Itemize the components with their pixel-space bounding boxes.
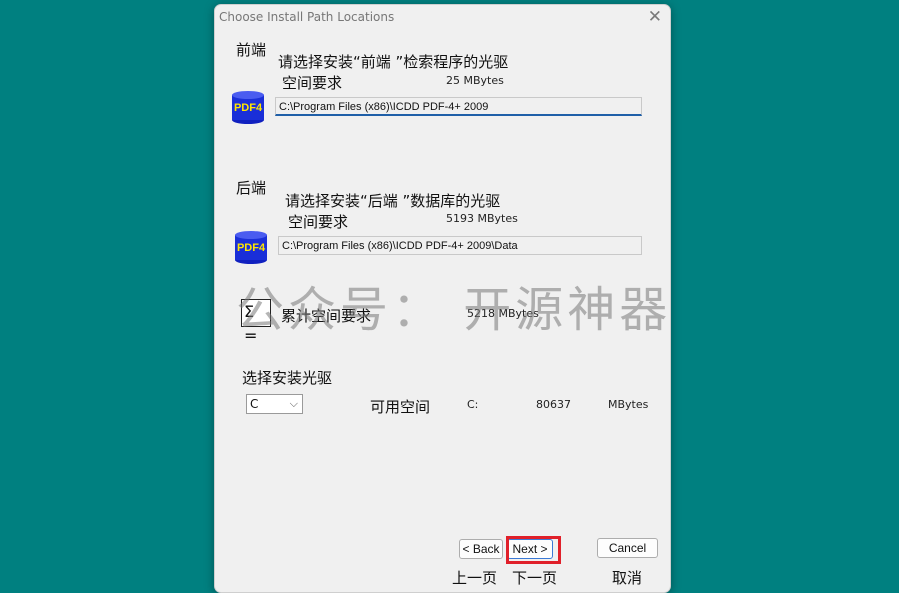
install-path-dialog: Choose Install Path Locations ✕ 前端 请选择安装… [214, 4, 671, 593]
frontend-space-label: 空间要求 [282, 74, 343, 92]
available-space-unit: MBytes [608, 398, 649, 411]
next-button-highlight [506, 536, 561, 564]
frontend-section-label: 前端 [236, 41, 267, 59]
available-space-label: 可用空间 [370, 398, 431, 416]
pdf4-icon-text: PDF4 [234, 102, 263, 114]
total-space-label: 累计空间要求 [281, 307, 372, 325]
available-space-value: 80637 [536, 398, 571, 411]
frontend-space-value: 25 MBytes [446, 74, 504, 87]
frontend-path-field[interactable]: C:\Program Files (x86)\ICDD PDF-4+ 2009 [275, 97, 642, 116]
cancel-caption: 取消 [612, 569, 643, 587]
dialog-title: Choose Install Path Locations [219, 10, 395, 24]
drive-select-value: C [250, 397, 259, 411]
backend-prompt: 请选择安装“后端 ”数据库的光驱 [285, 192, 501, 210]
title-bar: Choose Install Path Locations ✕ [215, 5, 670, 31]
cancel-button[interactable]: Cancel [597, 538, 658, 558]
drive-select[interactable]: C ⌵ [246, 394, 303, 414]
sum-icon: Σ = [241, 299, 271, 345]
close-icon[interactable]: ✕ [648, 7, 662, 27]
back-button[interactable]: < Back [459, 539, 503, 559]
backend-space-label: 空间要求 [288, 213, 349, 231]
pdf4-database-icon: PDF4 [232, 91, 264, 124]
available-drive-letter: C: [467, 398, 479, 411]
backend-section-label: 后端 [236, 179, 267, 197]
drive-section-label: 选择安装光驱 [242, 369, 333, 387]
back-caption: 上一页 [452, 569, 498, 587]
pdf4-icon-text: PDF4 [237, 242, 266, 254]
next-caption: 下一页 [512, 569, 558, 587]
total-space-value: 5218 MBytes [467, 307, 539, 320]
frontend-prompt: 请选择安装“前端 ”检索程序的光驱 [278, 53, 509, 71]
chevron-down-icon: ⌵ [289, 397, 298, 410]
backend-path-field[interactable]: C:\Program Files (x86)\ICDD PDF-4+ 2009\… [278, 236, 642, 255]
pdf4-database-icon: PDF4 [235, 231, 267, 264]
backend-space-value: 5193 MBytes [446, 212, 518, 225]
